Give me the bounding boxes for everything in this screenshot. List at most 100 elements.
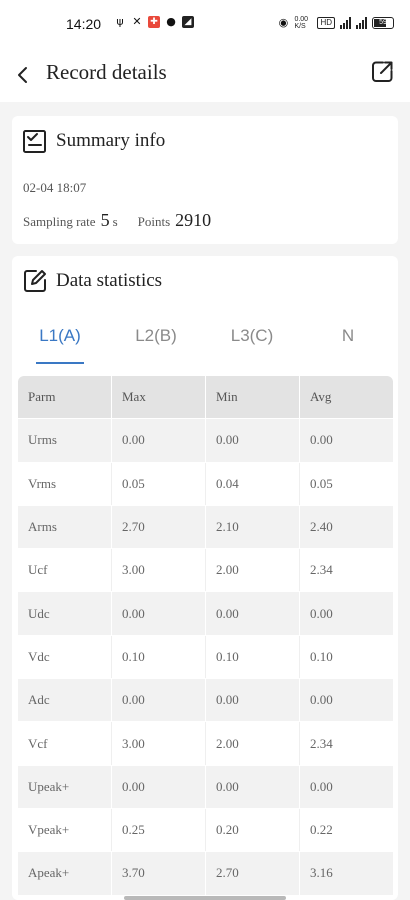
value-cell: 0.22 — [310, 822, 333, 838]
value-cell: 0.10 — [206, 635, 300, 679]
battery-level: 59 — [379, 19, 387, 26]
usb-icon: ψ — [116, 15, 124, 28]
volte-icon: HD — [317, 17, 335, 29]
phase-tabs: L1(A) L2(B) L3(C) N — [12, 316, 398, 366]
value-cell: 2.70 — [206, 852, 300, 895]
status-left-icons: ψ ✕ ✚ ● ◢ — [114, 16, 194, 28]
value-cell: 0.10 — [310, 648, 333, 664]
status-time: 14:20 — [66, 16, 102, 32]
table-header: Parm Max Min Avg — [18, 376, 393, 420]
table-row: Upeak+ 0.00 0.00 0.00 — [18, 765, 393, 809]
value-cell: 2.00 — [206, 722, 300, 765]
summary-meta: Sampling rate 5 s Points 2910 — [23, 210, 211, 231]
column-header: Avg — [310, 389, 332, 405]
page-title: Record details — [46, 60, 167, 84]
table-row: Udc 0.00 0.00 0.00 — [18, 592, 393, 636]
table-row: Adc 0.00 0.00 0.00 — [18, 679, 393, 723]
param-cell: Udc — [18, 592, 112, 635]
value-cell: 0.04 — [206, 462, 300, 505]
summary-title: Summary info — [22, 128, 165, 154]
value-cell: 2.10 — [206, 505, 300, 549]
value-cell: 0.00 — [112, 592, 206, 635]
value-cell: 0.00 — [310, 778, 333, 794]
signal-1-icon — [340, 17, 351, 29]
value-cell: 2.00 — [206, 549, 300, 592]
table-row: Ucf 3.00 2.00 2.34 — [18, 549, 393, 593]
param-cell: Vrms — [18, 462, 112, 505]
table-row: Arms 2.70 2.10 2.40 — [18, 505, 393, 550]
value-cell: 3.70 — [112, 852, 206, 895]
points-label: Points — [137, 214, 171, 229]
export-icon — [372, 61, 393, 82]
table-row: Vdc 0.10 0.10 0.10 — [18, 635, 393, 680]
home-indicator[interactable] — [124, 896, 286, 900]
value-cell: 0.10 — [112, 635, 206, 679]
value-cell: 2.34 — [310, 735, 333, 751]
table-row: Vrms 0.05 0.04 0.05 — [18, 462, 393, 506]
tab-l3[interactable]: L3(C) — [204, 326, 300, 346]
sampling-rate-value: 5 — [100, 210, 110, 230]
battery-icon: 59 — [372, 17, 394, 29]
tab-l1[interactable]: L1(A) — [12, 326, 108, 346]
param-cell: Vpeak+ — [18, 808, 112, 852]
column-header: Min — [206, 376, 300, 419]
summary-title-text: Summary info — [56, 130, 166, 151]
param-cell: Urms — [18, 419, 112, 462]
statistics-card: Data statistics L1(A) L2(B) L3(C) N Parm… — [12, 256, 398, 900]
soccer-icon: ● — [166, 15, 176, 28]
value-cell: 0.00 — [112, 765, 206, 808]
statistics-title: Data statistics — [22, 268, 162, 294]
column-header: Parm — [18, 376, 112, 419]
value-cell: 2.34 — [310, 562, 333, 578]
app-header: Record details — [0, 50, 410, 102]
param-cell: Adc — [18, 679, 112, 722]
table-row: Vcf 3.00 2.00 2.34 — [18, 722, 393, 766]
table-row: Urms 0.00 0.00 0.00 — [18, 419, 393, 463]
tab-n[interactable]: N — [300, 326, 396, 346]
signal-2-icon — [356, 17, 367, 29]
value-cell: 0.00 — [206, 592, 300, 635]
value-cell: 0.00 — [112, 679, 206, 722]
param-cell: Arms — [18, 505, 112, 549]
param-cell: Upeak+ — [18, 765, 112, 808]
status-bar: 14:20 ψ ✕ ✚ ● ◢ ◉ 0.00 K/S HD 59 — [0, 0, 410, 50]
table-row: Apeak+ 3.70 2.70 3.16 — [18, 852, 393, 896]
export-button[interactable] — [366, 56, 398, 88]
tab-l2[interactable]: L2(B) — [108, 326, 204, 346]
value-cell: 0.00 — [310, 692, 333, 708]
statistics-table: Parm Max Min Avg Urms 0.00 0.00 0.00 Vrms 0.0… — [18, 376, 393, 896]
value-cell: 0.00 — [206, 419, 300, 462]
value-cell: 0.00 — [206, 765, 300, 808]
value-cell: 2.70 — [112, 505, 206, 549]
param-cell: Apeak+ — [18, 852, 112, 895]
value-cell: 3.00 — [112, 722, 206, 765]
param-cell: Vdc — [18, 635, 112, 679]
column-header: Max — [112, 376, 206, 419]
back-button[interactable] — [8, 60, 38, 90]
app-red-icon: ✚ — [148, 16, 160, 28]
chevron-left-icon — [18, 67, 27, 83]
value-cell: 0.00 — [310, 432, 333, 448]
app-dark-icon: ◢ — [182, 16, 194, 28]
value-cell: 2.40 — [310, 519, 333, 535]
summary-card: Summary info 02-04 18:07 Sampling rate 5… — [12, 116, 398, 244]
statistics-title-text: Data statistics — [56, 270, 163, 291]
param-cell: Vcf — [18, 722, 112, 765]
status-right-icons: ◉ 0.00 K/S HD 59 — [277, 16, 394, 30]
value-cell: 0.05 — [310, 475, 333, 491]
value-cell: 0.25 — [112, 808, 206, 852]
param-cell: Ucf — [18, 549, 112, 592]
sampling-rate-label: Sampling rate — [23, 214, 96, 229]
tool-icon: ✕ — [132, 15, 142, 28]
edit-icon — [24, 270, 46, 292]
value-cell: 0.00 — [206, 679, 300, 722]
points-value: 2910 — [175, 210, 212, 230]
alarm-icon: ◉ — [278, 16, 289, 29]
checklist-icon — [23, 130, 46, 153]
value-cell: 3.16 — [310, 865, 333, 881]
table-row: Vpeak+ 0.25 0.20 0.22 — [18, 808, 393, 853]
net-speed-icon: 0.00 K/S — [294, 16, 309, 30]
active-tab-indicator — [36, 362, 84, 364]
value-cell: 3.00 — [112, 549, 206, 592]
value-cell: 0.20 — [206, 808, 300, 852]
